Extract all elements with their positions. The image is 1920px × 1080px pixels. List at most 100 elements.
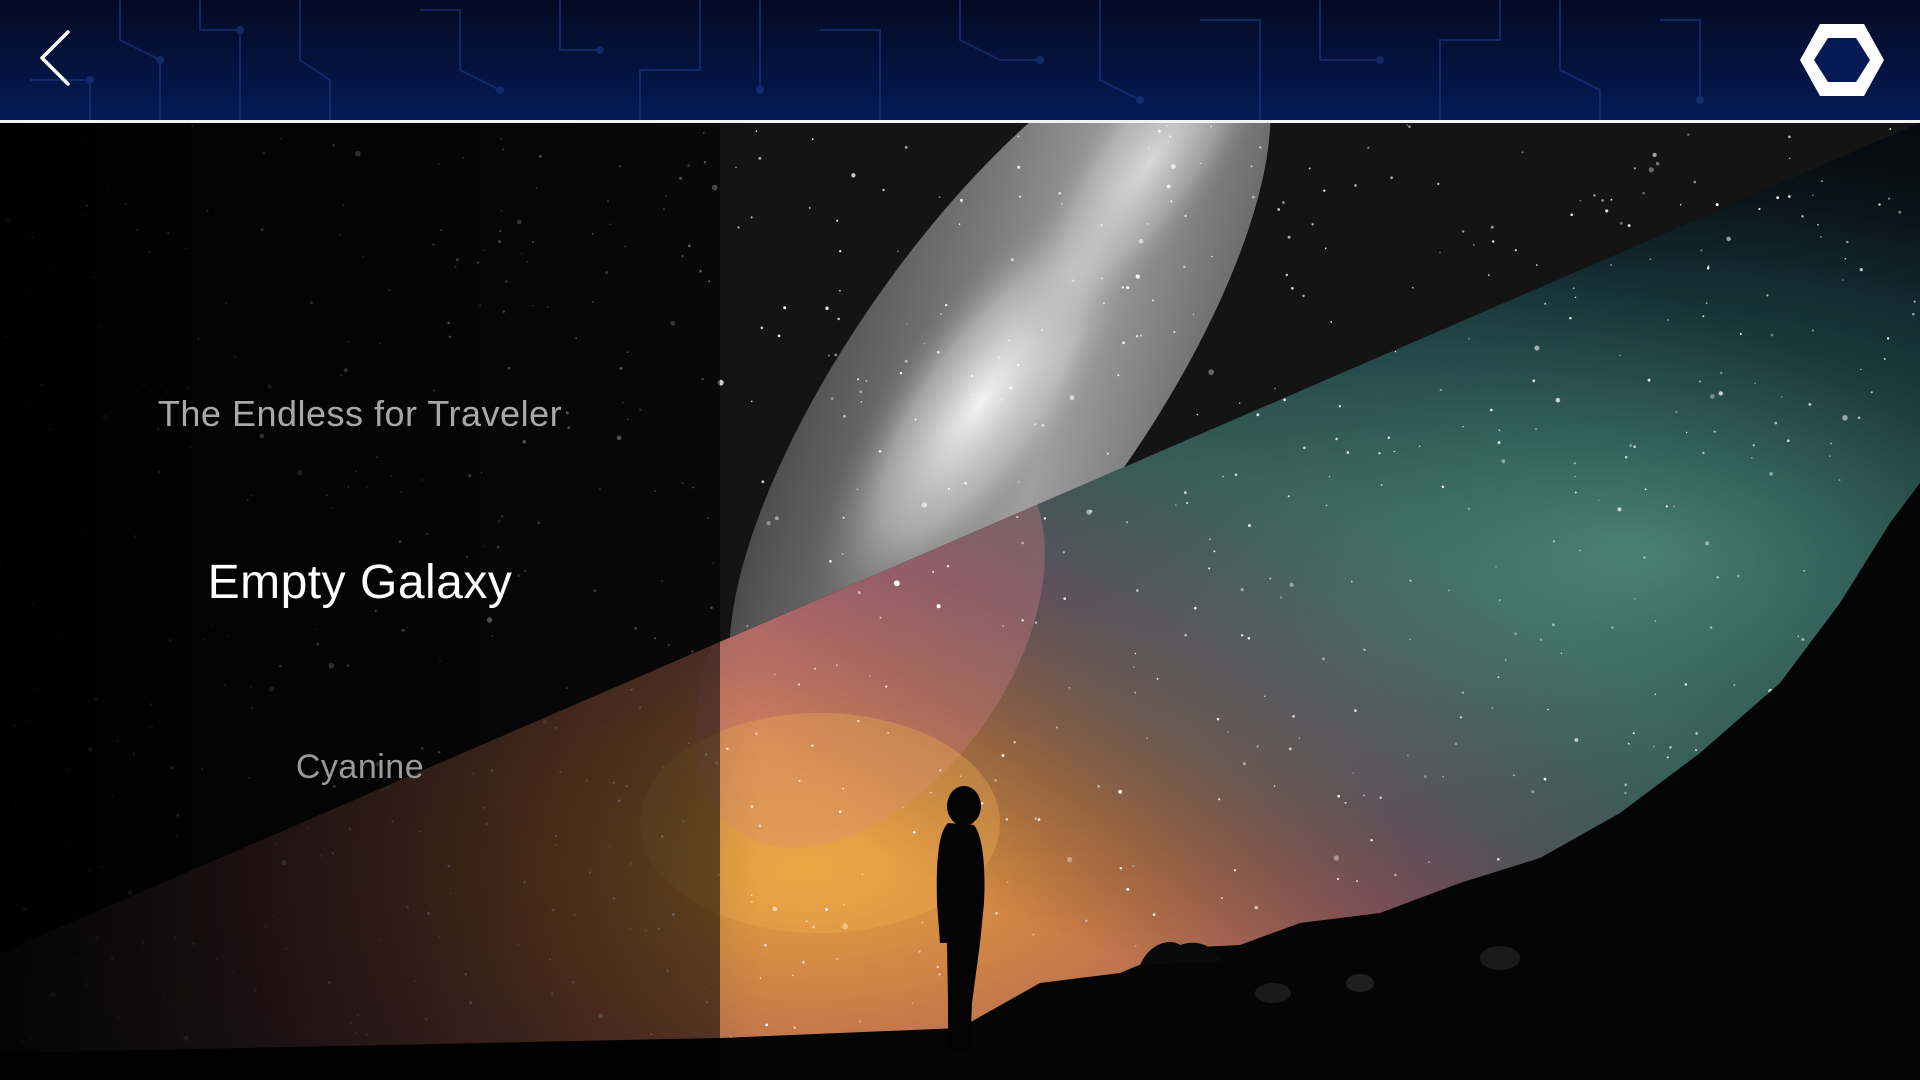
star bbox=[838, 810, 842, 814]
hexagon-icon bbox=[1800, 24, 1884, 96]
star bbox=[1135, 334, 1139, 338]
star bbox=[1117, 374, 1120, 377]
star bbox=[811, 744, 814, 747]
star bbox=[1208, 567, 1211, 570]
star bbox=[1886, 337, 1890, 340]
star bbox=[1776, 196, 1780, 200]
track-list-panel: The Endless for Traveler Empty Galaxy Cy… bbox=[0, 123, 720, 1080]
star bbox=[1173, 331, 1176, 333]
star bbox=[1654, 620, 1657, 622]
star bbox=[1308, 167, 1311, 170]
star bbox=[946, 564, 950, 568]
star bbox=[1644, 488, 1647, 491]
star bbox=[1126, 286, 1130, 290]
star bbox=[1016, 515, 1019, 519]
star bbox=[1328, 475, 1331, 478]
star bbox=[1063, 597, 1067, 600]
star bbox=[1698, 380, 1701, 383]
star bbox=[1196, 413, 1199, 416]
star bbox=[1665, 505, 1668, 508]
circuit-pattern bbox=[30, 0, 1704, 120]
star bbox=[1491, 240, 1495, 243]
star bbox=[1298, 737, 1301, 739]
star bbox=[1501, 459, 1506, 464]
star bbox=[1820, 180, 1823, 183]
menu-button[interactable] bbox=[1796, 16, 1888, 104]
star bbox=[842, 516, 845, 519]
star bbox=[772, 906, 778, 912]
star bbox=[1243, 762, 1246, 766]
star bbox=[1102, 302, 1105, 305]
star bbox=[1521, 151, 1524, 154]
star bbox=[1292, 715, 1295, 718]
star bbox=[1655, 161, 1660, 166]
star bbox=[1817, 223, 1819, 226]
star bbox=[1000, 397, 1004, 401]
track-item-empty-galaxy[interactable]: Empty Galaxy bbox=[0, 555, 720, 610]
star bbox=[1441, 485, 1445, 489]
star bbox=[1217, 798, 1221, 801]
star bbox=[1555, 397, 1561, 403]
star bbox=[1624, 783, 1628, 787]
star bbox=[1718, 391, 1723, 396]
star bbox=[959, 775, 962, 778]
star bbox=[1846, 240, 1849, 244]
star bbox=[1552, 540, 1556, 543]
star bbox=[1684, 683, 1688, 686]
star bbox=[1013, 740, 1016, 744]
star bbox=[1887, 197, 1891, 200]
star bbox=[930, 791, 932, 794]
star bbox=[893, 580, 900, 587]
star bbox=[1716, 576, 1719, 579]
star bbox=[1208, 369, 1214, 375]
star bbox=[1170, 200, 1173, 203]
star bbox=[1135, 945, 1137, 947]
star bbox=[1016, 364, 1020, 367]
star bbox=[1514, 632, 1518, 636]
star bbox=[805, 920, 808, 922]
star bbox=[993, 391, 996, 393]
star bbox=[1408, 125, 1411, 128]
star bbox=[1898, 210, 1902, 214]
star bbox=[1037, 818, 1041, 822]
star bbox=[1058, 192, 1062, 195]
star bbox=[1552, 623, 1555, 627]
star bbox=[1034, 621, 1038, 624]
track-item-cyanine[interactable]: Cyanine bbox=[0, 748, 720, 787]
star bbox=[839, 250, 842, 253]
star bbox=[1017, 165, 1021, 169]
star bbox=[1017, 481, 1020, 483]
star bbox=[1017, 135, 1020, 138]
star bbox=[857, 719, 860, 723]
star bbox=[1572, 287, 1575, 290]
star bbox=[1750, 456, 1753, 459]
star bbox=[1859, 267, 1863, 272]
star bbox=[1560, 652, 1563, 655]
star bbox=[1034, 817, 1037, 820]
back-button[interactable] bbox=[30, 26, 86, 90]
star bbox=[1619, 221, 1623, 225]
star bbox=[887, 732, 889, 734]
star bbox=[1210, 125, 1212, 128]
star bbox=[1302, 446, 1306, 450]
star bbox=[1532, 379, 1536, 383]
star bbox=[940, 312, 942, 315]
star bbox=[1838, 479, 1841, 482]
star bbox=[829, 560, 832, 563]
star bbox=[906, 323, 908, 326]
star bbox=[1769, 472, 1773, 476]
star bbox=[1156, 678, 1159, 680]
star bbox=[1167, 141, 1170, 144]
star bbox=[1605, 209, 1609, 213]
star bbox=[1758, 207, 1761, 211]
star bbox=[1788, 135, 1791, 139]
star bbox=[797, 683, 801, 686]
star bbox=[904, 146, 908, 149]
star bbox=[1619, 354, 1621, 357]
star bbox=[1247, 524, 1251, 527]
star bbox=[1878, 203, 1881, 206]
star bbox=[948, 487, 951, 491]
star bbox=[1601, 198, 1605, 202]
track-item-the-endless-for-traveler[interactable]: The Endless for Traveler bbox=[0, 393, 720, 435]
star bbox=[1353, 709, 1357, 713]
